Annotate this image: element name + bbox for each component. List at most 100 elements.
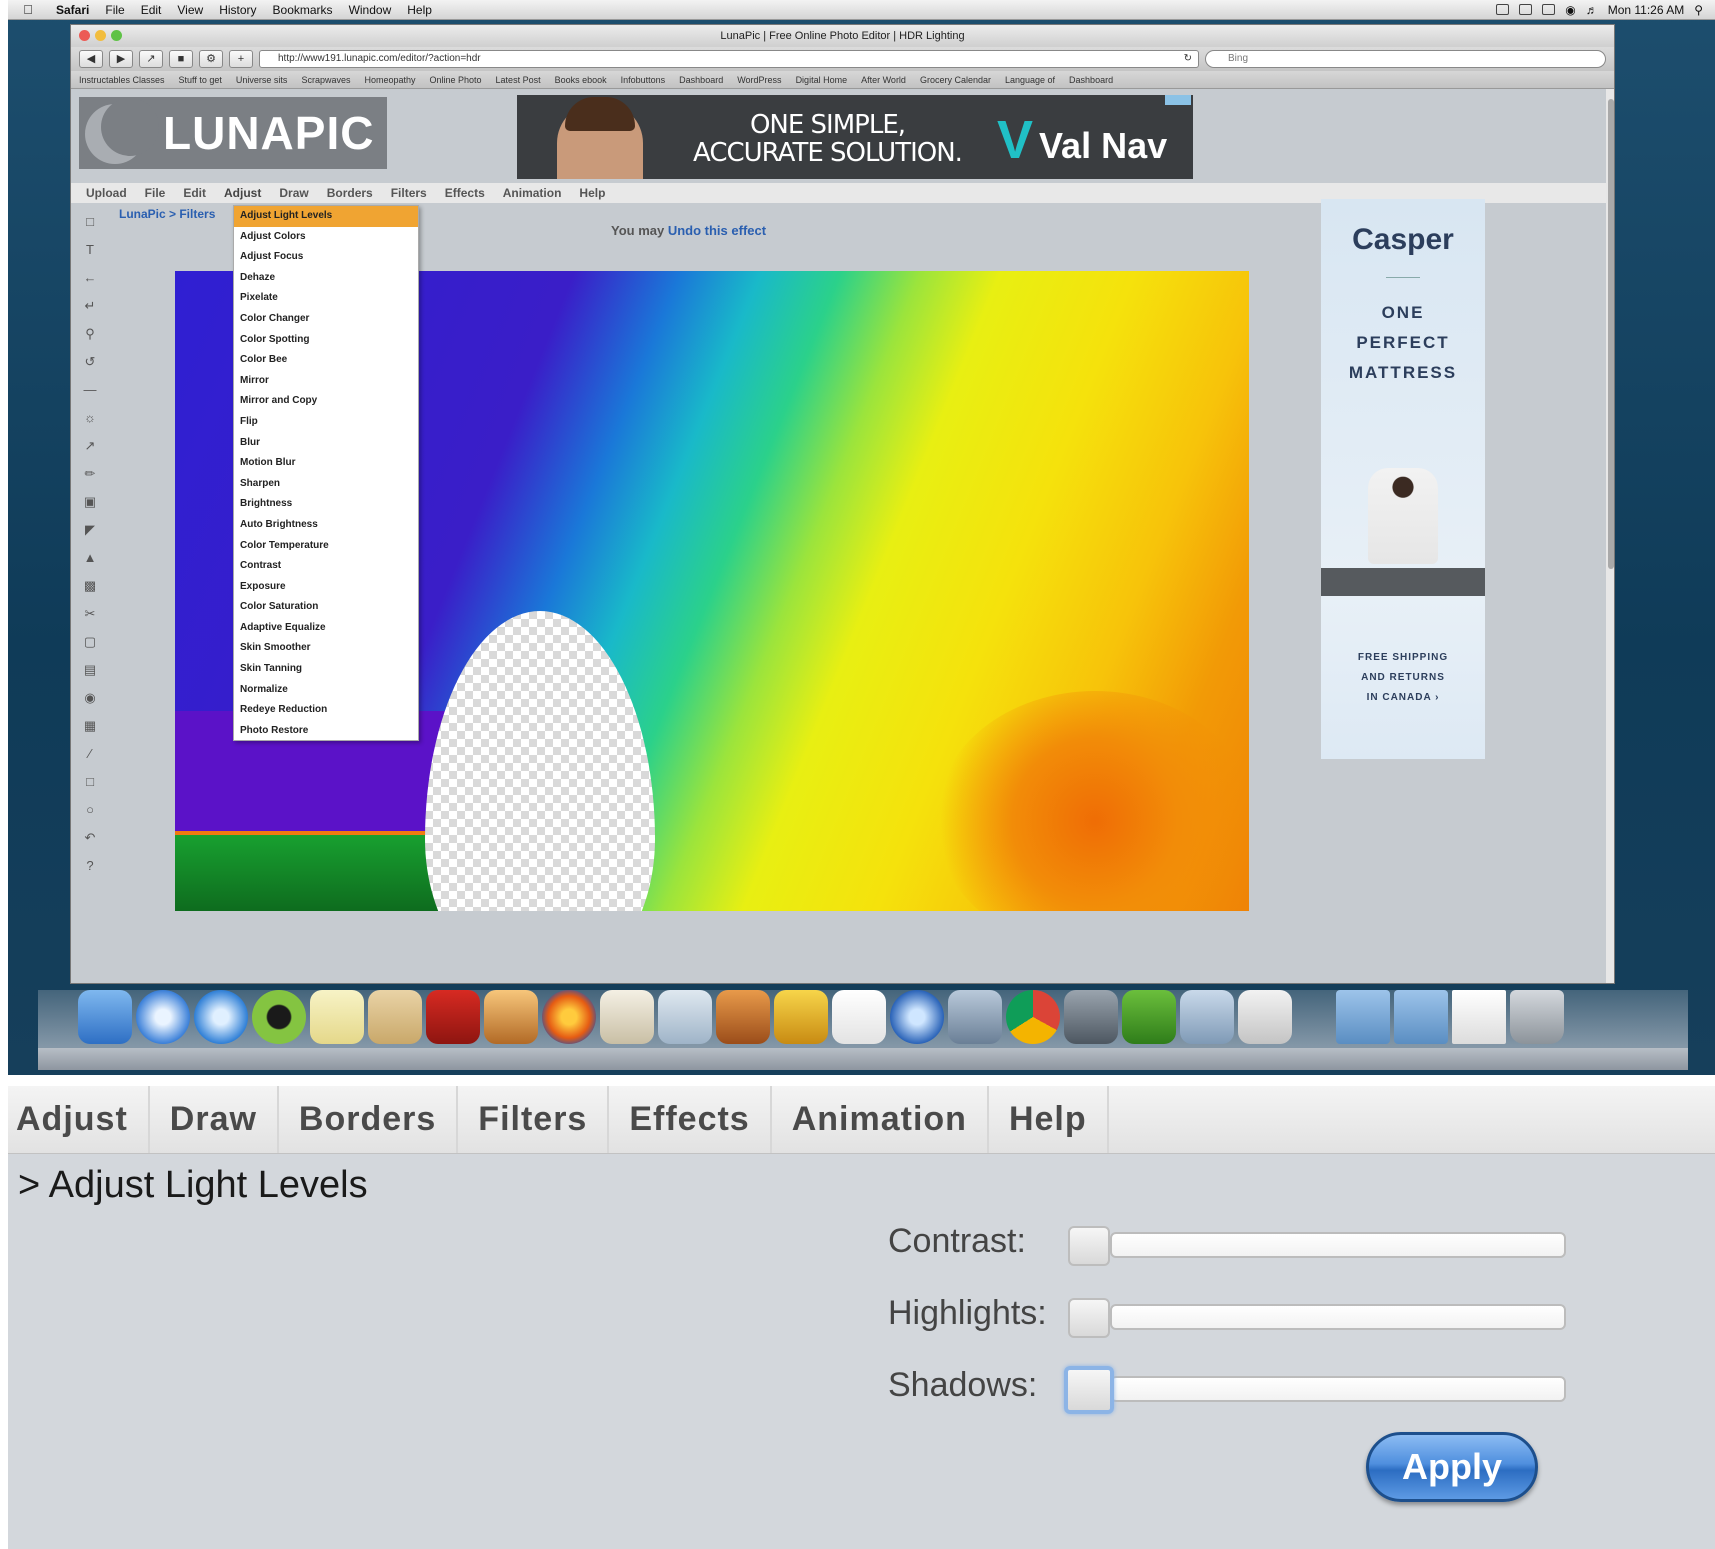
undo-link[interactable]: Undo this effect: [668, 223, 766, 238]
dropdown-item[interactable]: Dehaze: [234, 268, 418, 289]
bookmark-item[interactable]: WordPress: [737, 75, 781, 85]
dropdown-item[interactable]: Normalize: [234, 680, 418, 701]
dropdown-item[interactable]: Skin Smoother: [234, 638, 418, 659]
menu-edit[interactable]: Edit: [174, 186, 215, 200]
stamp-tool-icon[interactable]: ▲: [81, 549, 99, 567]
save-icon[interactable]: ▩: [81, 577, 99, 595]
text-tool-icon[interactable]: T: [81, 241, 99, 259]
status-icon[interactable]: [1519, 4, 1533, 15]
evernote-icon[interactable]: [1122, 990, 1176, 1044]
calendar-icon[interactable]: [832, 990, 886, 1044]
dropdown-item[interactable]: Color Temperature: [234, 536, 418, 557]
apple-icon[interactable]: : [8, 2, 48, 17]
menu-adjust[interactable]: Adjust: [215, 186, 270, 200]
chrome-icon[interactable]: [1006, 990, 1060, 1044]
camera-icon[interactable]: ◉: [81, 689, 99, 707]
wand-tool-icon[interactable]: ∕: [81, 745, 99, 763]
menu-effects[interactable]: Effects: [609, 1086, 772, 1153]
bookmark-item[interactable]: Books ebook: [555, 75, 607, 85]
zoom-icon[interactable]: [111, 30, 122, 41]
dropdown-item[interactable]: Sharpen: [234, 474, 418, 495]
rect-select-icon[interactable]: □: [81, 773, 99, 791]
dropdown-item[interactable]: Mirror: [234, 371, 418, 392]
menu-adjust[interactable]: Adjust: [8, 1086, 150, 1153]
status-icon[interactable]: [1496, 4, 1510, 15]
highlights-slider[interactable]: [1110, 1304, 1566, 1330]
undo-icon[interactable]: ↶: [81, 829, 99, 847]
menu-borders[interactable]: Borders: [318, 186, 382, 200]
notes-icon[interactable]: [310, 990, 364, 1044]
fill-tool-icon[interactable]: ☼: [81, 409, 99, 427]
bookmark-item[interactable]: Infobuttons: [621, 75, 666, 85]
dropdown-item[interactable]: Color Changer: [234, 309, 418, 330]
photo-app-icon[interactable]: [658, 990, 712, 1044]
bookmark-item[interactable]: Latest Post: [496, 75, 541, 85]
dropdown-item[interactable]: Contrast: [234, 556, 418, 577]
search-field[interactable]: Bing: [1205, 50, 1606, 68]
menu-edit[interactable]: Edit: [133, 3, 170, 17]
bookmark-item[interactable]: After World: [861, 75, 906, 85]
menu-filters[interactable]: Filters: [382, 186, 436, 200]
menu-filters[interactable]: Filters: [458, 1086, 610, 1153]
arrow-tool-icon[interactable]: ←: [81, 269, 99, 287]
downloads-folder-icon[interactable]: [1394, 990, 1448, 1044]
menu-help[interactable]: Help: [399, 3, 440, 17]
pencil-tool-icon[interactable]: ✏: [81, 465, 99, 483]
menu-file[interactable]: File: [136, 186, 175, 200]
dropdown-item[interactable]: Pixelate: [234, 288, 418, 309]
paste-icon[interactable]: ▦: [81, 717, 99, 735]
bookmark-item[interactable]: Dashboard: [679, 75, 723, 85]
dropdown-item[interactable]: Mirror and Copy: [234, 391, 418, 412]
shadows-slider-handle[interactable]: [1064, 1366, 1114, 1414]
select-tool-icon[interactable]: □: [81, 213, 99, 231]
system-preferences-icon[interactable]: [1064, 990, 1118, 1044]
preview-icon[interactable]: [948, 990, 1002, 1044]
dropdown-item[interactable]: Adaptive Equalize: [234, 618, 418, 639]
bookmark-item[interactable]: Grocery Calendar: [920, 75, 991, 85]
back-button[interactable]: ◀: [79, 50, 103, 68]
menu-history[interactable]: History: [211, 3, 264, 17]
reload-icon[interactable]: ↻: [1184, 51, 1192, 67]
contacts-icon[interactable]: [368, 990, 422, 1044]
dropdown-item[interactable]: Adjust Focus: [234, 247, 418, 268]
dropdown-item[interactable]: Redeye Reduction: [234, 700, 418, 721]
rotate-tool-icon[interactable]: ↺: [81, 353, 99, 371]
dropdown-item[interactable]: Auto Brightness: [234, 515, 418, 536]
pen-tool-icon[interactable]: ↵: [81, 297, 99, 315]
menu-window[interactable]: Window: [341, 3, 400, 17]
menu-upload[interactable]: Upload: [77, 186, 136, 200]
menu-file[interactable]: File: [97, 3, 132, 17]
dropdown-item[interactable]: Color Saturation: [234, 597, 418, 618]
apply-button[interactable]: Apply: [1366, 1432, 1538, 1502]
dropdown-item[interactable]: Exposure: [234, 577, 418, 598]
cut-icon[interactable]: ✂: [81, 605, 99, 623]
lunapic-logo[interactable]: LUNAPIC: [79, 97, 387, 169]
itunes-icon[interactable]: [194, 990, 248, 1044]
menu-view[interactable]: View: [169, 3, 211, 17]
minimize-icon[interactable]: [95, 30, 106, 41]
dropdown-item[interactable]: Brightness: [234, 494, 418, 515]
eraser-tool-icon[interactable]: ◤: [81, 521, 99, 539]
scrollbar-thumb[interactable]: [1608, 99, 1614, 569]
status-icon[interactable]: [1542, 4, 1556, 15]
app-store-icon[interactable]: [1238, 990, 1292, 1044]
dropdown-item[interactable]: Skin Tanning: [234, 659, 418, 680]
dropdown-item[interactable]: Motion Blur: [234, 453, 418, 474]
bookmark-item[interactable]: Digital Home: [796, 75, 848, 85]
folder-icon[interactable]: [1336, 990, 1390, 1044]
forward-button[interactable]: ▶: [109, 50, 133, 68]
document-icon[interactable]: [1452, 990, 1506, 1044]
share-icon[interactable]: ↗: [139, 50, 163, 68]
trash-icon[interactable]: [1510, 990, 1564, 1044]
radiation-icon[interactable]: [774, 990, 828, 1044]
menu-borders[interactable]: Borders: [279, 1086, 459, 1153]
menu-app-name[interactable]: Safari: [48, 3, 97, 17]
bookmark-item[interactable]: Stuff to get: [179, 75, 222, 85]
banner-ad[interactable]: ONE SIMPLE, ACCURATE SOLUTION. V Val Nav: [517, 95, 1193, 179]
reader-icon[interactable]: ■: [169, 50, 193, 68]
firefox-icon[interactable]: [542, 990, 596, 1044]
dropdown-item[interactable]: Adjust Colors: [234, 227, 418, 248]
bookmark-item[interactable]: Dashboard: [1069, 75, 1113, 85]
pencil-app-icon[interactable]: [600, 990, 654, 1044]
finder-icon[interactable]: [78, 990, 132, 1044]
